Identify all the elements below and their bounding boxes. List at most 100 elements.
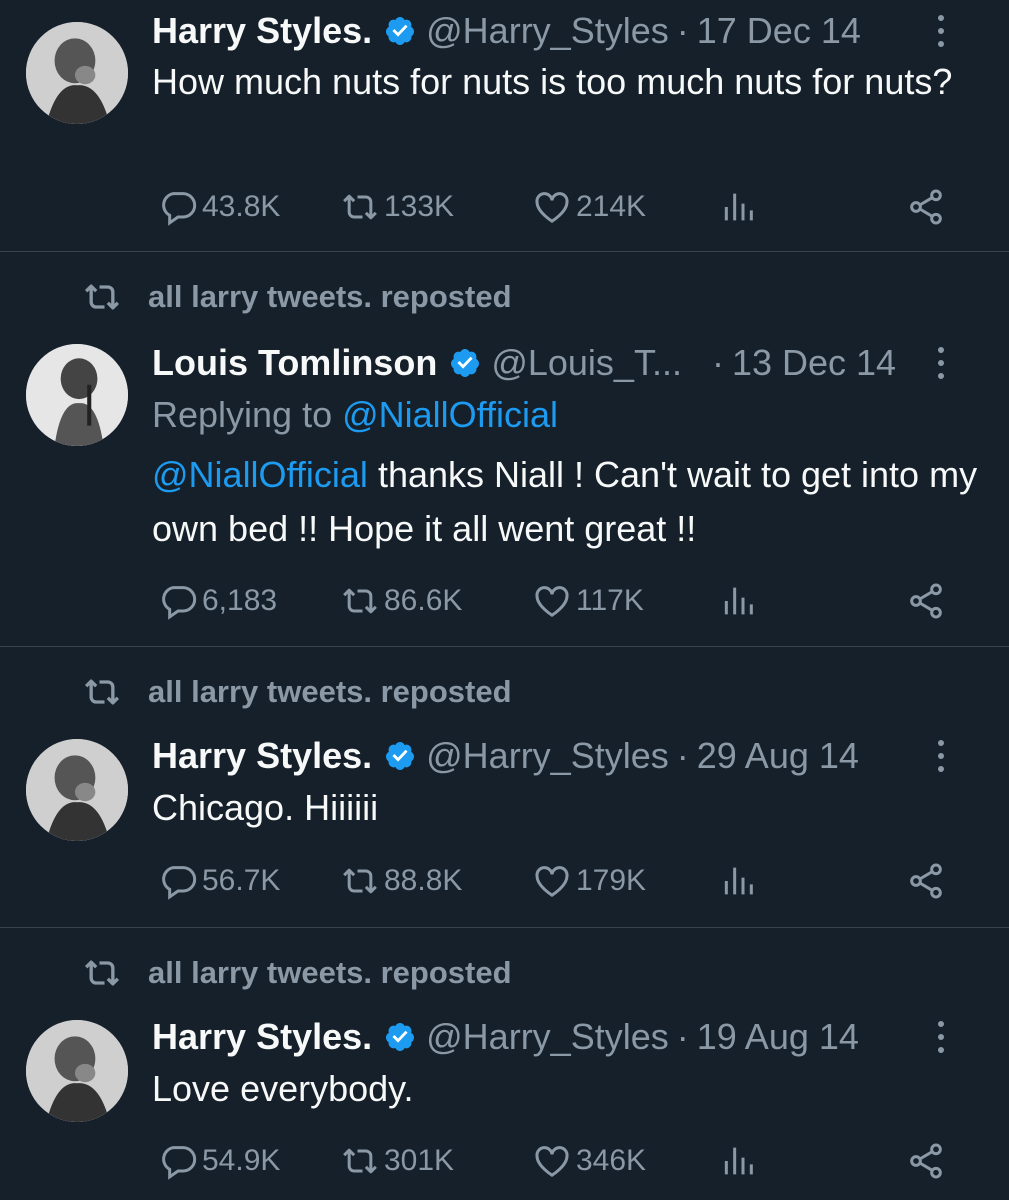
tweet-header: Harry Styles. @Harry_Styles · 29 Aug 14	[152, 731, 989, 781]
share-icon	[910, 583, 942, 619]
tweet-actions: 6,183 86.6K 117K	[158, 580, 958, 622]
reply-button[interactable]: 43.8K	[158, 186, 280, 228]
reply-icon	[162, 192, 197, 226]
retweet-button[interactable]: 133K	[340, 186, 454, 228]
retweet-icon	[343, 194, 377, 220]
views-icon	[724, 193, 753, 221]
avatar[interactable]	[26, 739, 128, 841]
tweet[interactable]: all larry tweets. reposted Harry Styles.…	[0, 647, 1009, 928]
handle[interactable]: @Harry_Styles	[426, 10, 669, 52]
tweet[interactable]: all larry tweets. reposted Louis Tomlins…	[0, 252, 1009, 647]
separator: ·	[711, 342, 724, 383]
display-name[interactable]: Louis Tomlinson	[152, 342, 437, 384]
avatar[interactable]	[26, 22, 128, 124]
tweet-text: Chicago. Hiiiiii	[152, 787, 379, 828]
tweet-actions: 54.9K 301K 346K	[158, 1140, 958, 1182]
retweet-count: 88.8K	[384, 864, 463, 897]
verified-badge-icon	[386, 742, 415, 770]
like-count: 117K	[576, 584, 644, 617]
share-button[interactable]	[906, 1140, 946, 1182]
verified-badge-icon	[386, 1023, 415, 1051]
separator: ·	[676, 735, 689, 776]
reply-button[interactable]: 56.7K	[158, 860, 280, 902]
timestamp[interactable]: 19 Aug 14	[697, 1016, 859, 1058]
timestamp[interactable]: 17 Dec 14	[697, 10, 861, 52]
views-button[interactable]	[718, 580, 758, 622]
views-icon	[724, 587, 753, 615]
retweet-count: 86.6K	[384, 584, 463, 617]
tweet-actions: 43.8K 133K 214K	[158, 186, 958, 228]
like-count: 346K	[576, 1144, 647, 1177]
reply-icon	[162, 586, 197, 620]
views-button[interactable]	[718, 860, 758, 902]
tweet[interactable]: all larry tweets. reposted Harry Styles.…	[0, 928, 1009, 1200]
separator: ·	[676, 10, 689, 51]
tweet-header: Harry Styles. @Harry_Styles · 17 Dec 14	[152, 6, 989, 56]
replying-to: Replying to @NiallOfficial	[152, 394, 558, 436]
share-icon	[910, 189, 942, 225]
like-button[interactable]: 117K	[532, 580, 644, 622]
views-button[interactable]	[718, 1140, 758, 1182]
retweet-icon	[343, 588, 377, 614]
like-count: 179K	[576, 864, 647, 897]
repost-indicator[interactable]: all larry tweets. reposted	[82, 953, 512, 993]
more-options-icon[interactable]	[933, 1017, 949, 1057]
retweet-button[interactable]: 301K	[340, 1140, 454, 1182]
share-icon	[910, 1143, 942, 1179]
reply-count: 6,183	[202, 584, 278, 617]
heart-icon	[535, 192, 569, 223]
tweet-header: Harry Styles. @Harry_Styles · 19 Aug 14	[152, 1012, 989, 1062]
share-icon	[910, 863, 942, 899]
retweet-icon	[343, 1148, 377, 1174]
reply-count: 43.8K	[202, 190, 281, 223]
reply-count: 56.7K	[202, 864, 281, 897]
repost-label: all larry tweets. reposted	[148, 674, 512, 709]
retweet-icon	[84, 679, 120, 705]
reply-button[interactable]: 54.9K	[158, 1140, 280, 1182]
avatar[interactable]	[26, 344, 128, 446]
handle[interactable]: @Louis_T...	[491, 342, 682, 384]
views-button[interactable]	[718, 186, 758, 228]
repost-indicator[interactable]: all larry tweets. reposted	[82, 672, 512, 712]
tweet[interactable]: Harry Styles. @Harry_Styles · 17 Dec 14 …	[0, 0, 1009, 252]
views-icon	[724, 1147, 753, 1175]
timestamp[interactable]: 29 Aug 14	[697, 735, 859, 777]
verified-badge-icon	[386, 17, 415, 45]
display-name[interactable]: Harry Styles.	[152, 735, 372, 777]
retweet-button[interactable]: 88.8K	[340, 860, 462, 902]
separator: ·	[676, 1016, 689, 1057]
handle[interactable]: @Harry_Styles	[426, 1016, 669, 1058]
share-button[interactable]	[906, 860, 946, 902]
retweet-count: 133K	[384, 190, 455, 223]
verified-badge-icon	[451, 349, 480, 377]
like-button[interactable]: 346K	[532, 1140, 646, 1182]
heart-icon	[535, 866, 569, 897]
share-button[interactable]	[906, 186, 946, 228]
more-options-icon[interactable]	[933, 343, 949, 383]
more-options-icon[interactable]	[933, 736, 949, 776]
reply-count: 54.9K	[202, 1144, 281, 1177]
timeline-feed: Harry Styles. @Harry_Styles · 17 Dec 14 …	[0, 0, 1009, 1200]
repost-indicator[interactable]: all larry tweets. reposted	[82, 277, 512, 317]
timestamp[interactable]: 13 Dec 14	[732, 342, 896, 384]
like-count: 214K	[576, 190, 647, 223]
like-button[interactable]: 179K	[532, 860, 646, 902]
share-button[interactable]	[906, 580, 946, 622]
avatar[interactable]	[26, 1020, 128, 1122]
display-name[interactable]: Harry Styles.	[152, 1016, 372, 1058]
display-name[interactable]: Harry Styles.	[152, 10, 372, 52]
handle[interactable]: @Harry_Styles	[426, 735, 669, 777]
tweet-actions: 56.7K 88.8K 179K	[158, 860, 958, 902]
reply-button[interactable]: 6,183	[158, 580, 277, 622]
tweet-text: How much nuts for nuts is too much nuts …	[152, 61, 953, 102]
mention-link[interactable]: @NiallOfficial	[342, 394, 558, 435]
more-options-icon[interactable]	[933, 11, 949, 51]
heart-icon	[535, 1146, 569, 1177]
like-button[interactable]: 214K	[532, 186, 646, 228]
tweet-header: Louis Tomlinson @Louis_T... · 13 Dec 14	[152, 338, 989, 388]
reply-icon	[162, 1146, 197, 1180]
retweet-icon	[343, 868, 377, 894]
tweet-text: Love everybody.	[152, 1068, 414, 1109]
mention-link[interactable]: @NiallOfficial	[152, 454, 368, 495]
retweet-button[interactable]: 86.6K	[340, 580, 462, 622]
